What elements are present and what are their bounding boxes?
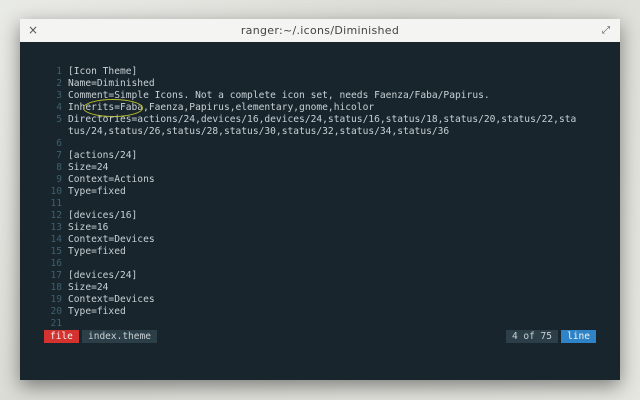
line-text: Name=Diminished [68,78,155,89]
line-text: Size=24 [68,162,109,173]
line-text: Type=fixed [68,246,126,257]
code-line: 16 [44,258,604,270]
code-line: 20 Type=fixed [44,306,604,318]
line-number: 9 [56,174,62,185]
line-number: 13 [50,222,62,233]
line-text: Context=Devices [68,294,155,305]
code-line: 21 [44,318,604,330]
line-number: 8 [56,162,62,173]
line-number: 18 [50,282,62,293]
line-number: 21 [50,318,62,329]
line-text: Directories=actions/24,devices/16,device… [68,114,577,125]
line-number: 19 [50,294,62,305]
line-text: [devices/16] [68,210,138,221]
line-number: 11 [50,198,62,209]
line-number: 3 [56,90,62,101]
code-line: 17 [devices/24] [44,270,604,282]
line-text: Size=24 [68,282,109,293]
code-line: 15 Type=fixed [44,246,604,258]
code-line: 10 Type=fixed [44,186,604,198]
line-number: 5 [56,114,62,125]
line-text: Size=16 [68,222,109,233]
line-number: 17 [50,270,62,281]
window-title: ranger:~/.icons/Diminished [240,24,400,37]
status-bar: file index.theme 4 of 75 line [44,330,596,343]
line-number: 10 [50,186,62,197]
line-number: 16 [50,258,62,269]
terminal-window: ranger:~/.icons/Diminished × ⤢ 1 [Icon Th… [20,19,620,380]
code-line: 11 [44,198,604,210]
code-line: 18 Size=24 [44,282,604,294]
line-number: 15 [50,246,62,257]
code-line: 8 Size=24 [44,162,604,174]
title-bar[interactable]: ranger:~/.icons/Diminished × ⤢ [20,19,620,42]
code-line: 4 Inherits=Faba,Faenza,Papirus,elementary… [44,99,604,117]
code-line: 2 Name=Diminished [44,78,604,90]
code-line: 12 [devices/16] [44,210,604,222]
line-number: 7 [56,150,62,161]
line-number: 12 [50,210,62,221]
code-line: 6 [44,138,604,150]
line-text: Context=Actions [68,174,155,185]
code-line: 5 Directories=actions/24,devices/16,devic… [44,114,604,126]
code-line: 7 [actions/24] [44,150,604,162]
close-icon[interactable]: × [25,21,41,39]
code-line: 19 Context=Devices [44,294,604,306]
code-line: 1 [Icon Theme] [44,66,604,78]
code-line: 9 Context=Actions [44,174,604,186]
line-text: [Icon Theme] [68,66,138,77]
line-position: 4 of 75 [505,330,558,343]
line-number: 6 [56,138,62,149]
filename-label: index.theme [82,330,157,343]
line-number: 2 [56,78,62,89]
line-text: Type=fixed [68,306,126,317]
line-number: 1 [56,66,62,77]
mode-badge: file [44,330,79,343]
line-number: 4 [56,102,62,113]
line-text: [actions/24] [68,150,138,161]
code-line: 14 Context=Devices [44,234,604,246]
line-text: tus/24,status/26,status/28,status/30,sta… [68,126,450,137]
unit-badge: line [561,330,596,343]
maximize-icon[interactable]: ⤢ [598,22,614,39]
file-preview: 1 [Icon Theme] 2 Name=Diminished 3 Comment=Si… [44,66,604,330]
line-text: Type=fixed [68,186,126,197]
line-number: 14 [50,234,62,245]
line-number: 20 [50,306,62,317]
code-line: 13 Size=16 [44,222,604,234]
line-text: [devices/24] [68,270,138,281]
line-text: Context=Devices [68,234,155,245]
code-line: tus/24,status/26,status/28,status/30,sta… [44,126,604,138]
